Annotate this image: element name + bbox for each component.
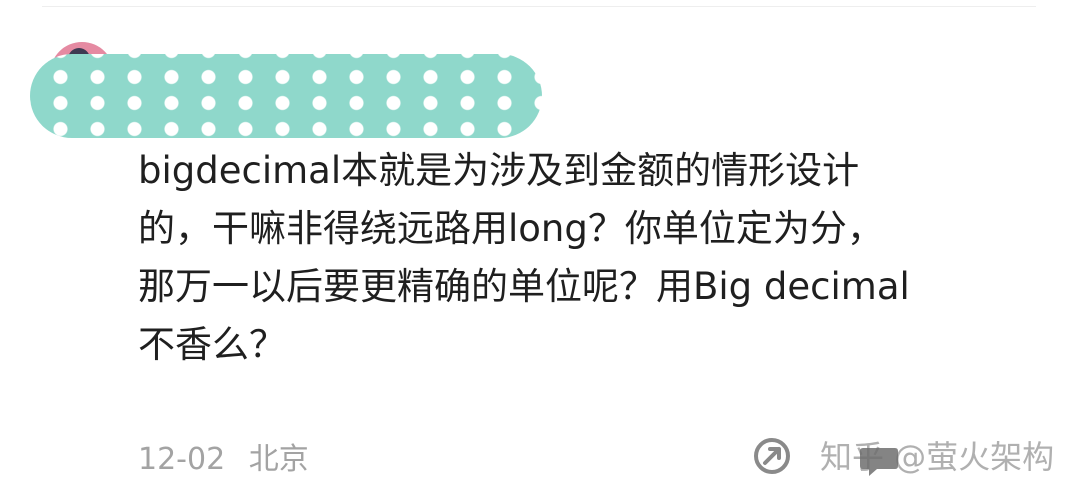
redacted-username [30, 54, 542, 138]
share-icon[interactable] [752, 436, 792, 476]
watermark: 知乎 @萤火架构 [820, 438, 1055, 476]
top-divider [42, 6, 1036, 7]
comment-line: 的，干嘛非得绕远路用long？你单位定为分， [138, 207, 884, 250]
comment-line: bigdecimal本就是为涉及到金额的情形设计 [138, 149, 860, 192]
comment-line: 那万一以后要更精确的单位呢？用Big decimal [138, 265, 910, 308]
comment-location: 北京 [248, 442, 309, 477]
comment-body: bigdecimal本就是为涉及到金额的情形设计 的，干嘛非得绕远路用long？… [138, 142, 1048, 374]
comment-date: 12-02 [138, 442, 226, 477]
comment-meta: 12-02 北京 [138, 434, 309, 478]
comment-line: 不香么？ [138, 323, 286, 366]
comment-reply-icon[interactable] [858, 444, 900, 480]
